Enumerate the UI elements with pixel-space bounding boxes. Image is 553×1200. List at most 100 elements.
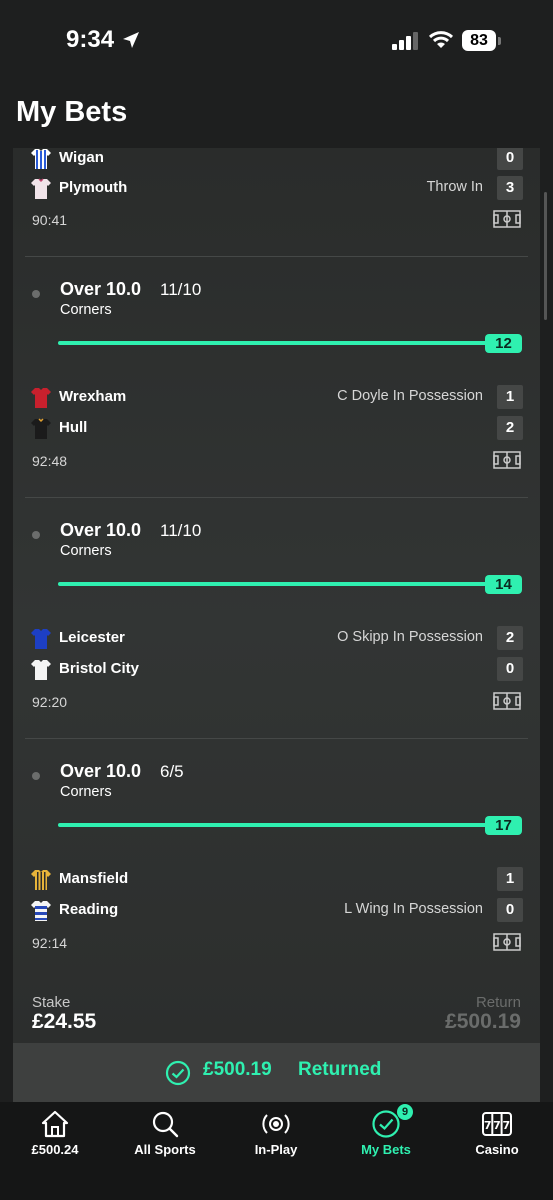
selection-name: Over 10.0 — [60, 761, 142, 781]
progress-count: 17 — [485, 816, 522, 835]
team-name: Wigan — [59, 149, 104, 166]
progress-count: 14 — [485, 575, 522, 594]
check-circle-icon — [165, 1060, 191, 1086]
score-box: 2 — [497, 626, 523, 650]
bets-count-badge: 9 — [397, 1104, 413, 1120]
team-row: Wigan 0 — [31, 148, 523, 172]
match-clock: 92:20 — [32, 694, 68, 710]
selection-name: Over 10.0 — [60, 520, 142, 540]
nav-label: In-Play — [254, 1142, 298, 1157]
jersey-white-pink-icon — [31, 178, 51, 199]
status-dot — [32, 290, 40, 298]
score-box: 2 — [497, 416, 523, 440]
jersey-blue-icon — [31, 629, 51, 649]
team-name: Plymouth — [59, 179, 128, 196]
status-dot — [32, 531, 40, 539]
team-name: Hull — [59, 419, 88, 436]
svg-text:7: 7 — [493, 1119, 501, 1132]
score-box: 0 — [497, 148, 523, 170]
odds: 11/10 — [160, 521, 202, 540]
market-name: Corners — [60, 543, 112, 559]
progress-bar — [58, 582, 490, 586]
nav-casino[interactable]: 7 7 7 Casino — [442, 1102, 552, 1172]
team-row: Hull 2 — [31, 416, 523, 442]
team-row: Mansfield 1 — [31, 867, 523, 893]
jersey-white-icon — [31, 660, 51, 680]
divider — [25, 256, 528, 257]
scrollbar[interactable] — [544, 192, 547, 320]
odds: 6/5 — [160, 762, 184, 781]
status-time: 9:34 — [66, 26, 115, 53]
team-name: Wrexham — [59, 388, 127, 405]
battery-indicator: 83 — [462, 30, 496, 51]
stake-value: £24.55 — [32, 1010, 97, 1033]
match-clock: 90:41 — [32, 212, 68, 228]
bottom-nav: £500.24 All Sports In-Play 9 My Bets 7 7… — [0, 1102, 553, 1200]
nav-home[interactable]: £500.24 — [0, 1102, 110, 1172]
wifi-icon — [428, 31, 454, 48]
team-row: Bristol City 0 — [31, 657, 523, 683]
match-event: L Wing In Possession — [344, 901, 483, 917]
match-clock: 92:14 — [32, 935, 68, 951]
nav-my-bets[interactable]: 9 My Bets — [331, 1102, 441, 1172]
progress-bar — [58, 341, 490, 345]
svg-text:7: 7 — [502, 1119, 510, 1132]
progress-bar — [58, 823, 490, 827]
divider — [25, 738, 528, 739]
jersey-black-amber-icon — [31, 418, 51, 439]
nav-all-sports[interactable]: All Sports — [110, 1102, 220, 1172]
team-name: Bristol City — [59, 660, 140, 677]
home-icon — [41, 1110, 69, 1138]
svg-text:7: 7 — [484, 1119, 492, 1132]
match-event: Throw In — [426, 179, 483, 195]
status-dot — [32, 772, 40, 780]
nav-in-play[interactable]: In-Play — [221, 1102, 331, 1172]
progress-count: 12 — [485, 334, 522, 353]
team-row: Leicester O Skipp In Possession 2 — [31, 626, 523, 652]
score-box: 0 — [497, 898, 523, 922]
team-name: Reading — [59, 901, 119, 918]
stake-label: Stake — [32, 994, 71, 1011]
match-event: O Skipp In Possession — [337, 629, 483, 645]
nav-label: My Bets — [361, 1142, 411, 1157]
score-box: 1 — [497, 385, 523, 409]
nav-label: £500.24 — [31, 1142, 79, 1157]
team-name: Leicester — [59, 629, 125, 646]
market-name: Corners — [60, 302, 112, 318]
team-row: Reading L Wing In Possession 0 — [31, 898, 523, 924]
jersey-blue-hooped-icon — [31, 901, 51, 921]
team-row: Wrexham C Doyle In Possession 1 — [31, 385, 523, 411]
selection-name: Over 10.0 — [60, 279, 142, 299]
jersey-amber-striped-icon — [31, 870, 51, 890]
location-arrow-icon — [123, 32, 139, 48]
bet-card[interactable]: Wigan 0 Plymouth Throw In 3 90:41 Over 1… — [13, 148, 540, 1102]
return-label: Return — [475, 994, 521, 1011]
nav-label: Casino — [475, 1142, 519, 1157]
battery-tip — [498, 37, 501, 45]
match-clock: 92:48 — [32, 453, 68, 469]
team-row: Plymouth Throw In 3 — [31, 176, 523, 202]
match-event: C Doyle In Possession — [337, 388, 483, 404]
returned-amount: £500.19 — [203, 1059, 272, 1080]
pitch-icon[interactable] — [493, 933, 521, 951]
odds: 11/10 — [160, 280, 202, 299]
score-box: 0 — [497, 657, 523, 681]
jersey-striped-blue-icon — [31, 149, 51, 169]
cellular-signal-icon — [392, 32, 418, 50]
nav-label: All Sports — [134, 1142, 196, 1157]
returned-label: Returned — [298, 1059, 382, 1080]
team-name: Mansfield — [59, 870, 129, 887]
pitch-icon[interactable] — [493, 692, 521, 710]
pitch-icon[interactable] — [493, 210, 521, 228]
score-box: 3 — [497, 176, 523, 200]
slot-machine-icon: 7 7 7 — [482, 1112, 512, 1136]
returned-banner: £500.19 Returned — [13, 1043, 540, 1102]
live-broadcast-icon — [262, 1114, 290, 1134]
jersey-red-icon — [31, 388, 51, 408]
pitch-icon[interactable] — [493, 451, 521, 469]
status-bar: 9:34 83 — [0, 0, 553, 80]
page-title: My Bets — [16, 96, 128, 128]
score-box: 1 — [497, 867, 523, 891]
return-value: £500.19 — [445, 1010, 521, 1033]
divider — [25, 497, 528, 498]
